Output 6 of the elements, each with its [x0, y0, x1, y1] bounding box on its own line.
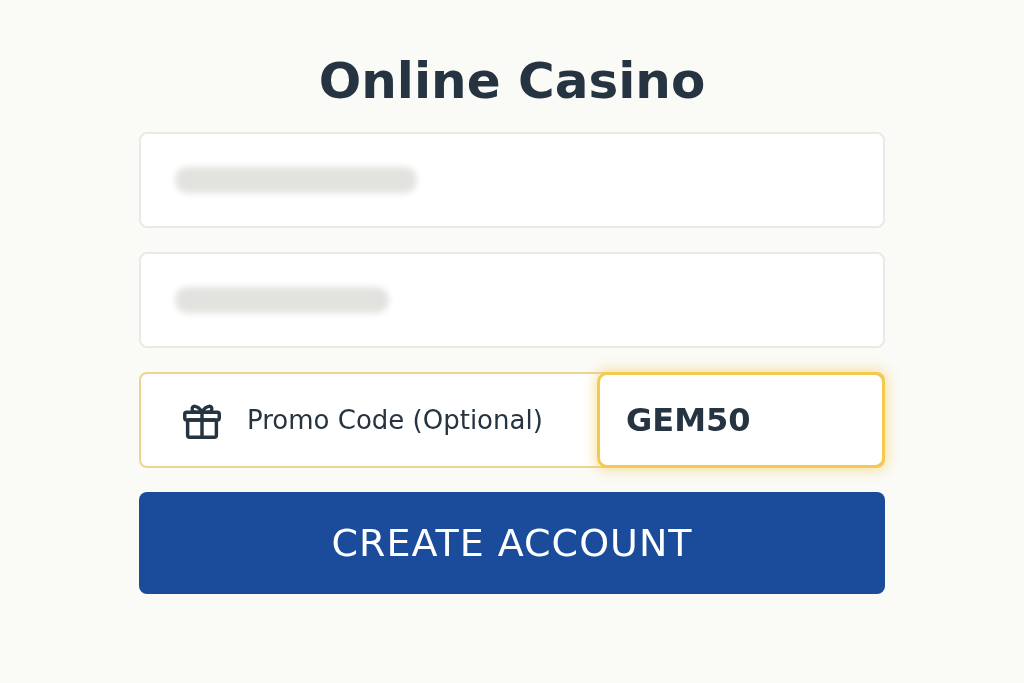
field-label: Promo Code (Optional)	[247, 405, 543, 435]
promo-code-field[interactable]: GEM50	[597, 372, 885, 468]
page-title: Online Casino	[317, 52, 707, 110]
input-field[interactable]	[139, 132, 885, 228]
input-field[interactable]	[139, 252, 885, 348]
create-account-button[interactable]: CREATE ACCOUNT	[139, 492, 885, 594]
